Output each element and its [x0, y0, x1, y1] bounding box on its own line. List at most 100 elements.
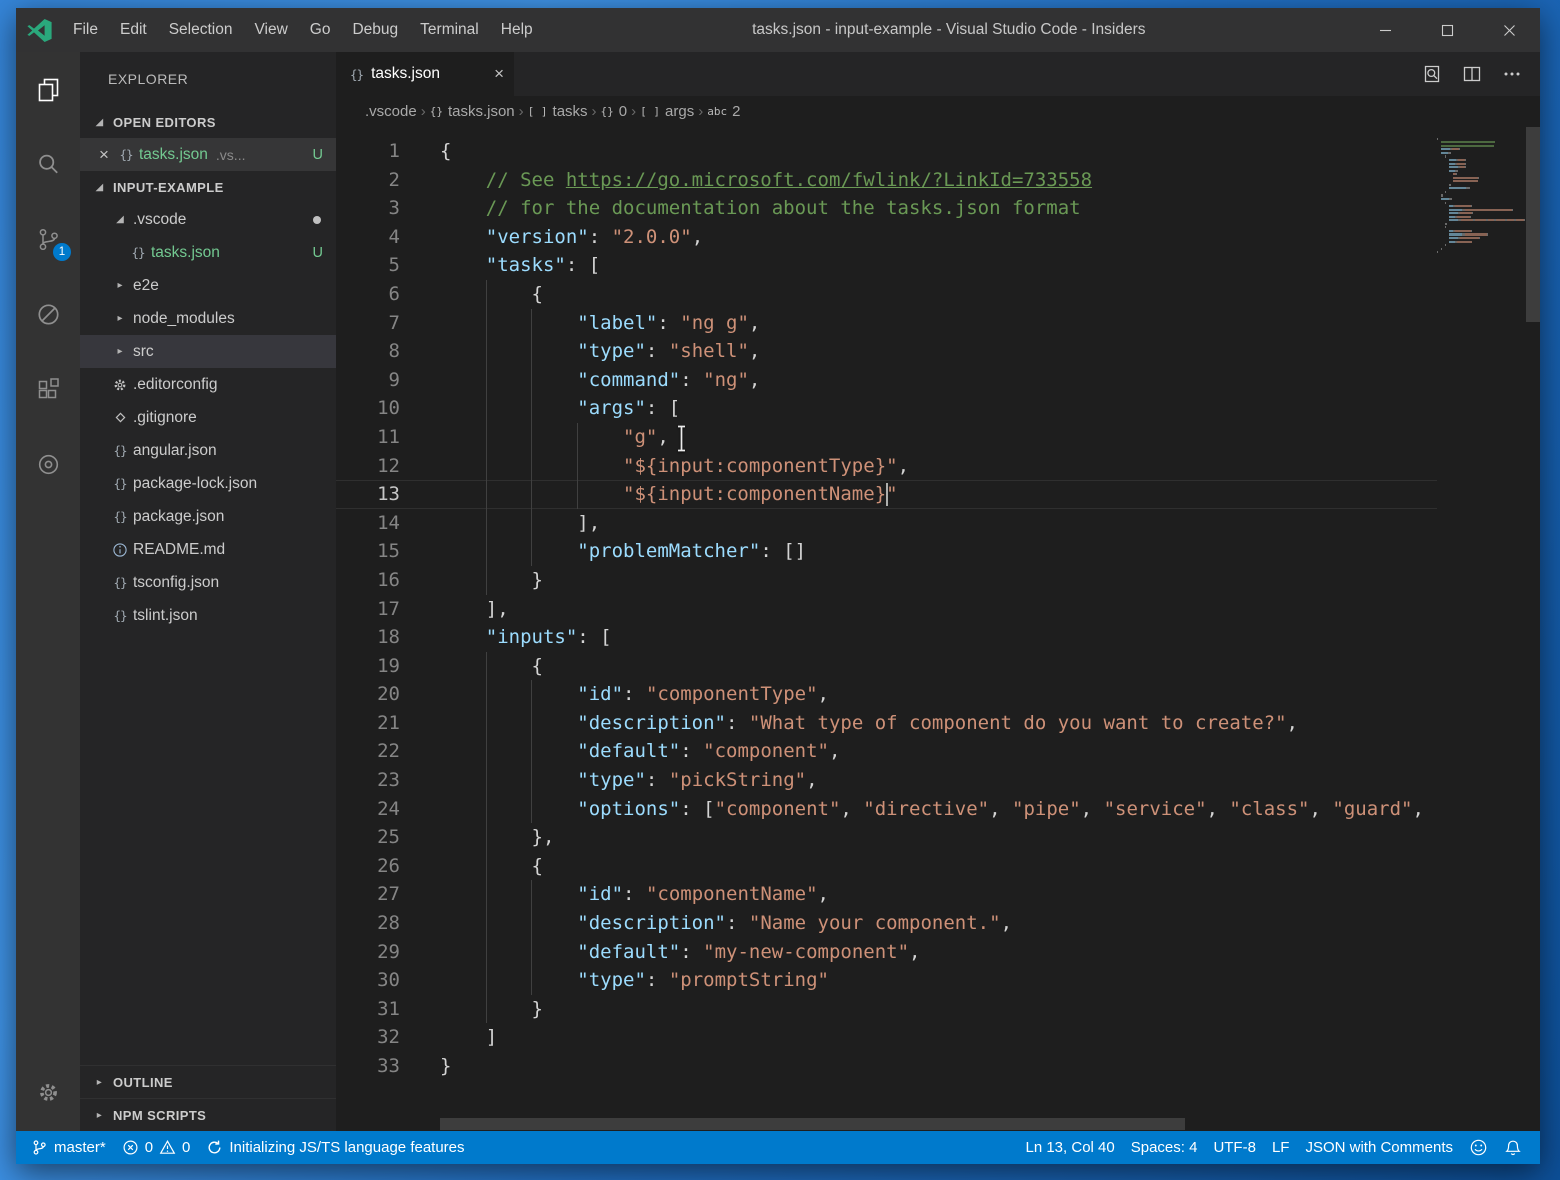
line-number[interactable]: 5 [336, 251, 400, 280]
project-root-header[interactable]: ◢ INPUT-EXAMPLE [80, 171, 336, 203]
line-number[interactable]: 17 [336, 595, 400, 624]
code-line-4[interactable]: 4 "version": "2.0.0", [336, 223, 1437, 252]
code-line-20[interactable]: 20 "id": "componentType", [336, 680, 1437, 709]
open-editors-header[interactable]: ◢ OPEN EDITORS [80, 106, 336, 138]
activity-search-icon[interactable] [16, 127, 80, 202]
breadcrumb-tasks-json[interactable]: {}tasks.json [430, 103, 515, 120]
code-line-33[interactable]: 33} [336, 1052, 1437, 1081]
line-number[interactable]: 2 [336, 166, 400, 195]
line-number[interactable]: 9 [336, 366, 400, 395]
code-line-14[interactable]: 14 ], [336, 509, 1437, 538]
line-number[interactable]: 10 [336, 394, 400, 423]
code-line-29[interactable]: 29 "default": "my-new-component", [336, 938, 1437, 967]
status-eol[interactable]: LF [1264, 1131, 1298, 1164]
file-gitignore[interactable]: .gitignore [80, 401, 336, 434]
maximize-button[interactable] [1416, 8, 1478, 52]
code-line-2[interactable]: 2 // See https://go.microsoft.com/fwlink… [336, 166, 1437, 195]
line-number[interactable]: 29 [336, 938, 400, 967]
code-line-18[interactable]: 18 "inputs": [ [336, 623, 1437, 652]
code-line-6[interactable]: 6 { [336, 280, 1437, 309]
code-line-28[interactable]: 28 "description": "Name your component."… [336, 909, 1437, 938]
line-number[interactable]: 18 [336, 623, 400, 652]
status-language-mode[interactable]: JSON with Comments [1297, 1131, 1461, 1164]
code-line-11[interactable]: 11 "g", [336, 423, 1437, 452]
code-line-3[interactable]: 3 // for the documentation about the tas… [336, 194, 1437, 223]
breadcrumb-2[interactable]: abc2 [707, 103, 740, 120]
line-number[interactable]: 21 [336, 709, 400, 738]
line-number[interactable]: 22 [336, 737, 400, 766]
activity-extensions-icon[interactable] [16, 352, 80, 427]
code-line-7[interactable]: 7 "label": "ng g", [336, 309, 1437, 338]
code-line-13[interactable]: 13 "${input:componentName}" [336, 480, 1437, 509]
file-tslint-json[interactable]: {}tslint.json [80, 599, 336, 632]
line-number[interactable]: 16 [336, 566, 400, 595]
code-line-9[interactable]: 9 "command": "ng", [336, 366, 1437, 395]
code-line-24[interactable]: 24 "options": ["component", "directive",… [336, 795, 1437, 824]
open-editor-tasks-json[interactable]: ×{}tasks.json.vs...U [80, 138, 336, 171]
file-readme-md[interactable]: README.md [80, 533, 336, 566]
split-editor-icon[interactable] [1452, 52, 1492, 96]
code-line-21[interactable]: 21 "description": "What type of componen… [336, 709, 1437, 738]
line-number[interactable]: 19 [336, 652, 400, 681]
menu-file[interactable]: File [62, 8, 109, 52]
file-package-json[interactable]: {}package.json [80, 500, 336, 533]
line-number[interactable]: 7 [336, 309, 400, 338]
code-line-15[interactable]: 15 "problemMatcher": [] [336, 537, 1437, 566]
activity-settings-icon[interactable] [16, 1057, 80, 1127]
minimize-button[interactable] [1354, 8, 1416, 52]
tab-tasks-json[interactable]: {} tasks.json × [336, 52, 514, 96]
code-line-31[interactable]: 31 } [336, 995, 1437, 1024]
line-number[interactable]: 25 [336, 823, 400, 852]
code-line-12[interactable]: 12 "${input:componentType}", [336, 452, 1437, 481]
line-number[interactable]: 12 [336, 452, 400, 481]
file-angular-json[interactable]: {}angular.json [80, 434, 336, 467]
line-number[interactable]: 3 [336, 194, 400, 223]
file-tsconfig-json[interactable]: {}tsconfig.json [80, 566, 336, 599]
line-number[interactable]: 1 [336, 137, 400, 166]
menu-help[interactable]: Help [490, 8, 544, 52]
breadcrumb-0[interactable]: {}0 [601, 103, 628, 120]
line-number[interactable]: 13 [336, 480, 400, 509]
section-outline[interactable]: ▸OUTLINE [80, 1065, 336, 1098]
code-line-10[interactable]: 10 "args": [ [336, 394, 1437, 423]
activity-debug-icon[interactable] [16, 277, 80, 352]
activity-extension-view-icon[interactable] [16, 427, 80, 502]
horizontal-scrollbar-thumb[interactable] [440, 1118, 1185, 1130]
breadcrumb-args[interactable]: [ ]args [640, 103, 694, 120]
code-line-1[interactable]: 1{ [336, 137, 1437, 166]
code-line-30[interactable]: 30 "type": "promptString" [336, 966, 1437, 995]
code-line-17[interactable]: 17 ], [336, 595, 1437, 624]
status-indentation[interactable]: Spaces: 4 [1123, 1131, 1206, 1164]
code-line-8[interactable]: 8 "type": "shell", [336, 337, 1437, 366]
more-actions-icon[interactable] [1492, 52, 1532, 96]
folder-node-modules[interactable]: ▸node_modules [80, 302, 336, 335]
code-line-26[interactable]: 26 { [336, 852, 1437, 881]
line-number[interactable]: 31 [336, 995, 400, 1024]
line-number[interactable]: 8 [336, 337, 400, 366]
line-number[interactable]: 28 [336, 909, 400, 938]
code-line-5[interactable]: 5 "tasks": [ [336, 251, 1437, 280]
line-number[interactable]: 24 [336, 795, 400, 824]
line-number[interactable]: 33 [336, 1052, 400, 1081]
close-button[interactable] [1478, 8, 1540, 52]
line-number[interactable]: 26 [336, 852, 400, 881]
code-line-19[interactable]: 19 { [336, 652, 1437, 681]
vertical-scrollbar-thumb[interactable] [1526, 127, 1540, 322]
breadcrumb-vscode[interactable]: .vscode [365, 103, 417, 120]
line-number[interactable]: 4 [336, 223, 400, 252]
activity-source-control-icon[interactable]: 1 [16, 202, 80, 277]
line-number[interactable]: 6 [336, 280, 400, 309]
activity-explorer-icon[interactable] [16, 52, 80, 127]
file-package-lock-json[interactable]: {}package-lock.json [80, 467, 336, 500]
line-number[interactable]: 23 [336, 766, 400, 795]
status-git-branch[interactable]: master* [31, 1131, 114, 1164]
folder-src[interactable]: ▸src [80, 335, 336, 368]
menu-edit[interactable]: Edit [109, 8, 158, 52]
folder-e2e[interactable]: ▸e2e [80, 269, 336, 302]
line-number[interactable]: 27 [336, 880, 400, 909]
line-number[interactable]: 20 [336, 680, 400, 709]
code-line-25[interactable]: 25 }, [336, 823, 1437, 852]
line-number[interactable]: 32 [336, 1023, 400, 1052]
code-line-23[interactable]: 23 "type": "pickString", [336, 766, 1437, 795]
line-number[interactable]: 15 [336, 537, 400, 566]
